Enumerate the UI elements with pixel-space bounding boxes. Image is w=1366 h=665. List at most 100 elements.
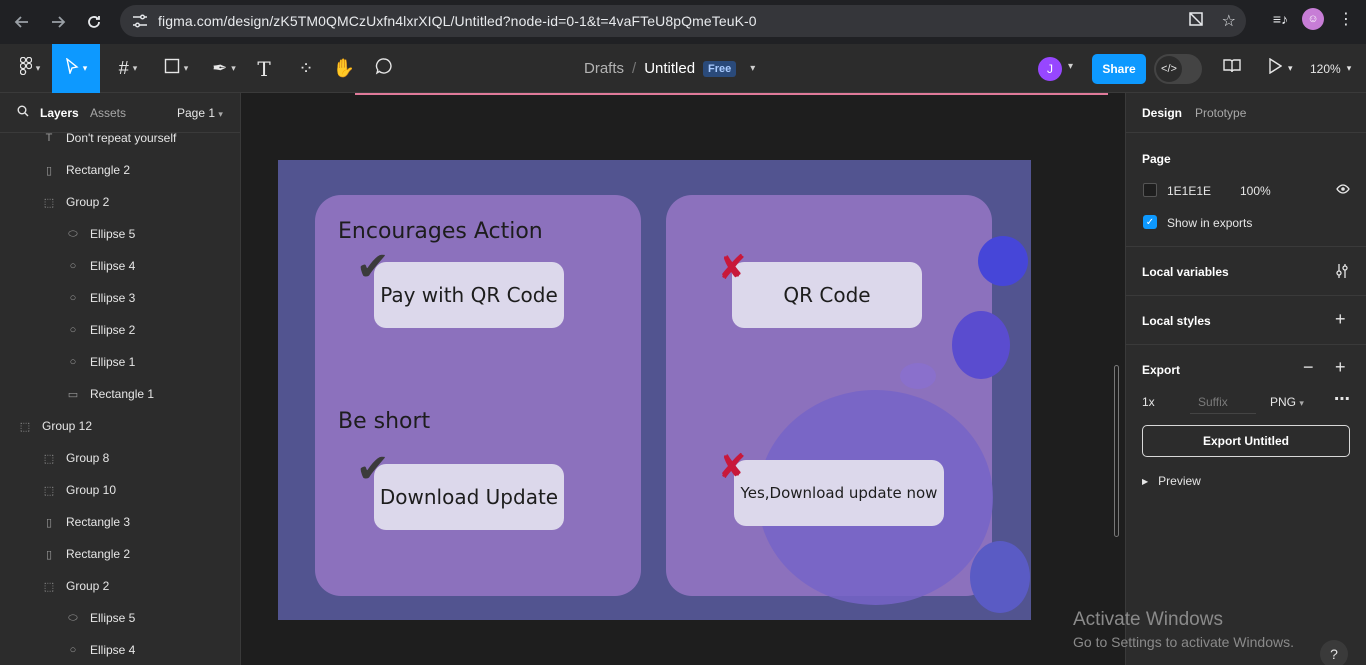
export-suffix-input[interactable]: Suffix xyxy=(1190,388,1256,414)
present-button[interactable]: ▾ xyxy=(1268,44,1293,93)
reload-icon[interactable] xyxy=(76,4,112,40)
page-selector[interactable]: Page 1 ▾ xyxy=(177,106,223,120)
layer-row[interactable]: ○ Ellipse 2 xyxy=(0,314,240,346)
site-settings-icon[interactable] xyxy=(126,14,154,28)
tab-layers[interactable]: Layers xyxy=(40,106,79,120)
text-tool-button[interactable]: T xyxy=(250,44,278,93)
breadcrumb-drafts[interactable]: Drafts xyxy=(584,60,624,77)
layer-row[interactable]: ⬚ Group 10 xyxy=(0,474,240,506)
file-name[interactable]: Untitled xyxy=(644,60,695,77)
vertical-scrollbar[interactable] xyxy=(1114,365,1119,537)
back-icon[interactable] xyxy=(4,4,40,40)
chevron-down-icon: ▾ xyxy=(231,63,236,73)
tab-design[interactable]: Design xyxy=(1142,106,1182,120)
export-scale[interactable]: 1x xyxy=(1142,395,1155,409)
media-control-icon[interactable]: ≡♪ xyxy=(1273,11,1288,27)
pay-with-qr-button[interactable]: Pay with QR Code xyxy=(374,262,564,328)
chevron-down-icon[interactable]: ▾ xyxy=(1068,61,1073,72)
frame-tool-button[interactable]: # ▾ xyxy=(108,44,148,93)
tab-prototype[interactable]: Prototype xyxy=(1195,106,1246,120)
no-tracking-icon[interactable] xyxy=(1188,11,1204,32)
layer-name: Group 12 xyxy=(42,419,93,433)
figma-logo-icon xyxy=(19,56,32,80)
browser-menu-icon[interactable]: ⋮ xyxy=(1338,9,1354,29)
forward-icon[interactable] xyxy=(40,4,76,40)
layer-row[interactable]: ⬚ Group 2 xyxy=(0,186,240,218)
comment-tool-button[interactable] xyxy=(370,44,398,93)
layer-row[interactable]: ⬚ Group 12 xyxy=(0,410,240,442)
layer-row[interactable]: ⬭ Ellipse 5 xyxy=(0,218,240,250)
layer-row[interactable]: ○ Ellipse 3 xyxy=(0,282,240,314)
export-format-select[interactable]: PNG ▾ xyxy=(1270,395,1304,409)
layer-row[interactable]: ▭ Rectangle 1 xyxy=(0,378,240,410)
download-update-button[interactable]: Download Update xyxy=(374,464,564,530)
pen-tool-button[interactable]: ✒ ▾ xyxy=(204,44,244,93)
layer-row[interactable]: ⬭ Ellipse 5 xyxy=(0,602,240,634)
layer-row[interactable]: ○ Ellipse 4 xyxy=(0,634,240,665)
design-canvas[interactable]: Encourages Action Pay with QR Code ✔ Be … xyxy=(241,93,1125,665)
chevron-down-icon: ▾ xyxy=(82,63,88,73)
layer-row[interactable]: ○ Ellipse 1 xyxy=(0,346,240,378)
browser-profile-avatar[interactable]: ☺ xyxy=(1302,8,1324,30)
move-tool-button[interactable]: ▾ xyxy=(52,44,100,93)
ellipse-2[interactable] xyxy=(952,311,1010,379)
preview-toggle[interactable]: ▶ Preview xyxy=(1142,474,1201,488)
page-color-swatch[interactable] xyxy=(1143,183,1157,197)
remove-export-icon[interactable]: − xyxy=(1303,357,1314,378)
layer-row[interactable]: ▯ Rectangle 2 xyxy=(0,538,240,570)
layer-type-icon: ○ xyxy=(69,644,77,656)
more-options-icon[interactable]: ⋯ xyxy=(1334,389,1350,409)
artboard-frame[interactable]: Encourages Action Pay with QR Code ✔ Be … xyxy=(278,160,1031,620)
activate-windows-subtitle: Go to Settings to activate Windows. xyxy=(1073,634,1294,650)
bookmark-star-icon[interactable]: ☆ xyxy=(1222,11,1236,31)
heading-encourages-action[interactable]: Encourages Action xyxy=(338,219,543,244)
page-color-hex[interactable]: 1E1E1E xyxy=(1167,184,1211,198)
layer-type-icon: ⬚ xyxy=(43,484,55,497)
ellipse-1[interactable] xyxy=(978,236,1028,286)
yes-download-update-button[interactable]: Yes,Download update now xyxy=(734,460,944,526)
ellipse-3[interactable] xyxy=(900,363,936,389)
export-suffix-placeholder: Suffix xyxy=(1198,395,1228,409)
layer-type-icon: ⬚ xyxy=(43,196,55,209)
cross-mark-icon: ✘ xyxy=(718,248,747,288)
qr-code-button[interactable]: QR Code xyxy=(732,262,922,328)
cross-mark-icon: ✘ xyxy=(718,447,747,487)
zoom-menu[interactable]: 120% ▾ xyxy=(1310,44,1351,93)
search-icon[interactable] xyxy=(17,105,29,120)
layer-row[interactable]: ⬚ Group 8 xyxy=(0,442,240,474)
address-bar[interactable]: figma.com/design/zK5TM0QMCzUxfn4lxrXIQL/… xyxy=(120,5,1246,37)
url-text[interactable]: figma.com/design/zK5TM0QMCzUxfn4lxrXIQL/… xyxy=(158,13,757,29)
dev-mode-toggle[interactable]: </> xyxy=(1154,54,1202,84)
export-format-value: PNG xyxy=(1270,395,1297,409)
variables-adjust-icon[interactable] xyxy=(1335,263,1349,282)
export-untitled-button[interactable]: Export Untitled xyxy=(1142,425,1350,457)
resources-tool-button[interactable]: ⁘ xyxy=(292,44,320,93)
share-button[interactable]: Share xyxy=(1092,54,1146,84)
shape-tool-button[interactable]: ▾ xyxy=(156,44,196,93)
layer-row[interactable]: ○ Ellipse 4 xyxy=(0,250,240,282)
page-opacity[interactable]: 100% xyxy=(1240,184,1271,198)
help-button[interactable]: ? xyxy=(1320,640,1348,665)
library-button[interactable] xyxy=(1222,44,1242,93)
main-menu-button[interactable]: ▾ xyxy=(10,44,50,93)
layer-name: Rectangle 3 xyxy=(66,515,131,529)
page-section: Page 1E1E1E 100% ✓ Show in exports xyxy=(1126,134,1366,247)
layer-row[interactable]: ▯ Rectangle 2 xyxy=(0,154,240,186)
hand-tool-button[interactable]: ✋ xyxy=(330,44,358,93)
properties-panel: Design Prototype Page 1E1E1E 100% ✓ Show… xyxy=(1125,93,1366,665)
layer-type-icon: ⬭ xyxy=(68,227,78,240)
layer-row[interactable]: ▯ Rectangle 3 xyxy=(0,506,240,538)
ellipse-4[interactable] xyxy=(970,541,1030,613)
layer-row[interactable]: ⬚ Group 2 xyxy=(0,570,240,602)
layer-row[interactable]: T Don't repeat yourself xyxy=(0,122,240,154)
add-export-icon[interactable]: + xyxy=(1335,357,1346,378)
eye-icon[interactable] xyxy=(1336,182,1350,199)
chevron-down-icon[interactable]: ▾ xyxy=(750,63,755,74)
local-variables-section: Local variables xyxy=(1126,247,1366,296)
heading-be-short[interactable]: Be short xyxy=(338,409,430,434)
tab-assets[interactable]: Assets xyxy=(90,106,126,120)
show-in-exports-checkbox[interactable]: ✓ xyxy=(1143,215,1157,229)
user-avatar[interactable]: J xyxy=(1038,57,1062,81)
add-style-icon[interactable]: + xyxy=(1335,309,1346,330)
layer-name: Group 10 xyxy=(66,483,117,497)
